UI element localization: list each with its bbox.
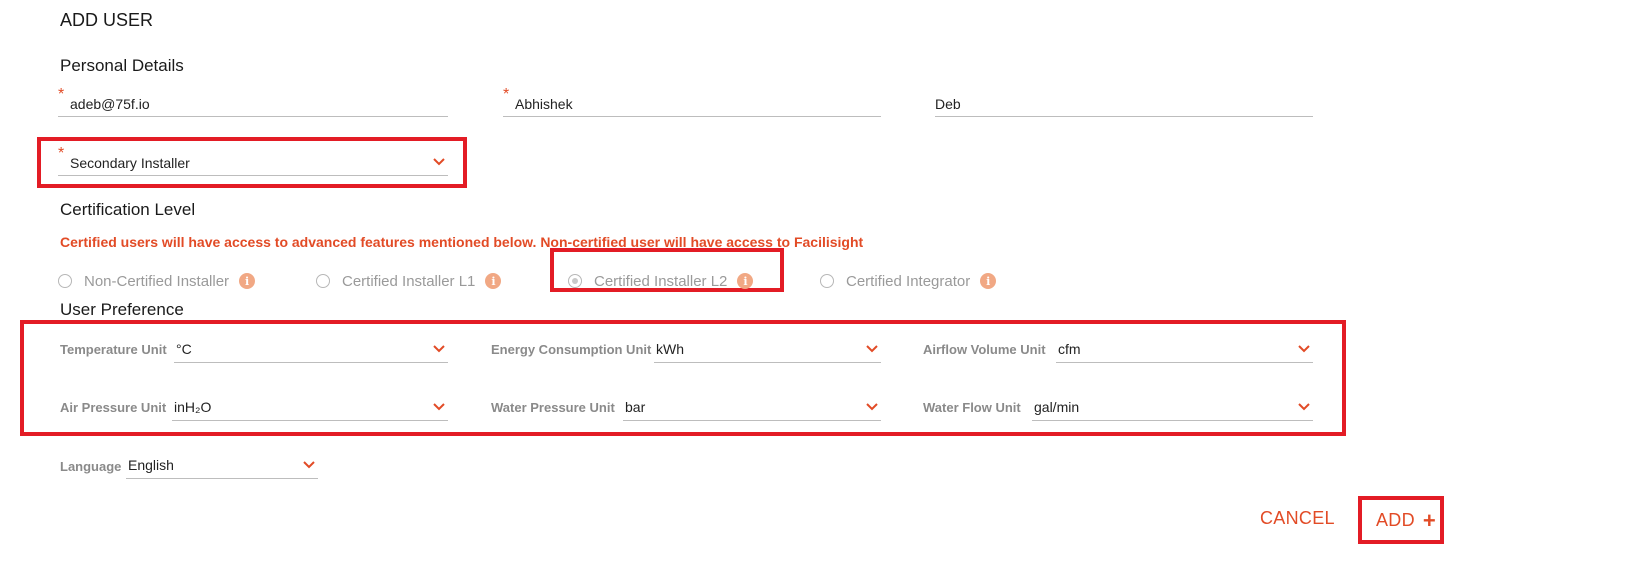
language-select[interactable]: English	[126, 454, 318, 479]
radio-button[interactable]	[58, 274, 72, 288]
airflow-unit-label: Airflow Volume Unit	[923, 342, 1046, 357]
radio-certified-installer-l1[interactable]: Certified Installer L1 i	[316, 270, 502, 292]
cancel-button[interactable]: CANCEL	[1260, 508, 1335, 529]
water-pressure-unit-value: bar	[625, 399, 646, 415]
chevron-down-icon[interactable]	[432, 157, 446, 167]
section-title-personal-details: Personal Details	[60, 56, 184, 75]
chevron-down-icon[interactable]	[865, 344, 879, 354]
email-value: adeb@75f.io	[70, 96, 150, 112]
radio-button[interactable]	[820, 274, 834, 288]
required-marker: *	[503, 86, 510, 103]
last-name-field[interactable]: Deb	[935, 92, 1313, 117]
water-pressure-unit-label: Water Pressure Unit	[491, 400, 615, 415]
water-flow-unit-value: gal/min	[1034, 399, 1080, 415]
radio-label: Certified Installer L1	[342, 272, 476, 290]
required-marker: *	[58, 86, 65, 103]
page-title: ADD USER	[60, 10, 154, 30]
plus-icon: +	[1422, 508, 1437, 533]
last-name-value: Deb	[935, 96, 961, 112]
chevron-down-icon[interactable]	[432, 344, 446, 354]
info-icon[interactable]: i	[980, 273, 997, 289]
chevron-down-icon[interactable]	[865, 402, 879, 412]
chevron-down-icon[interactable]	[432, 402, 446, 412]
radio-certified-integrator[interactable]: Certified Integrator i	[820, 270, 997, 292]
first-name-field[interactable]: * Abhishek	[503, 86, 881, 117]
radio-certified-installer-l2[interactable]: Certified Installer L2 i	[568, 270, 754, 292]
language-label: Language	[60, 459, 122, 474]
airflow-unit-value: cfm	[1058, 341, 1081, 357]
air-pressure-unit-label: Air Pressure Unit	[60, 400, 167, 415]
water-flow-unit-select[interactable]: gal/min	[1032, 396, 1313, 421]
radio-label: Certified Installer L2	[594, 272, 728, 290]
radio-non-certified-installer[interactable]: Non-Certified Installer i	[58, 270, 256, 292]
energy-unit-value: kWh	[656, 341, 684, 357]
chevron-down-icon[interactable]	[1297, 344, 1311, 354]
airflow-unit-select[interactable]: cfm	[1056, 338, 1313, 363]
radio-label: Certified Integrator	[846, 272, 971, 290]
radio-label: Non-Certified Installer	[84, 272, 230, 290]
section-title-user-preference: User Preference	[60, 300, 184, 319]
role-value: Secondary Installer	[70, 155, 190, 171]
chevron-down-icon[interactable]	[1297, 402, 1311, 412]
info-icon[interactable]: i	[239, 273, 256, 289]
email-field[interactable]: * adeb@75f.io	[58, 86, 448, 117]
water-flow-unit-label: Water Flow Unit	[923, 400, 1021, 415]
required-marker: *	[58, 145, 65, 162]
info-icon[interactable]: i	[485, 273, 502, 289]
info-icon[interactable]: i	[737, 273, 754, 289]
energy-unit-label: Energy Consumption Unit	[491, 342, 652, 357]
temperature-unit-value: °C	[176, 341, 192, 357]
temperature-unit-select[interactable]: °C	[174, 338, 448, 363]
temperature-unit-label: Temperature Unit	[60, 342, 167, 357]
radio-button-selected[interactable]	[568, 274, 582, 288]
energy-unit-select[interactable]: kWh	[654, 338, 881, 363]
add-button[interactable]: ADD +	[1376, 508, 1436, 534]
air-pressure-unit-value: inH₂O	[174, 399, 212, 415]
water-pressure-unit-select[interactable]: bar	[623, 396, 881, 421]
radio-button[interactable]	[316, 274, 330, 288]
chevron-down-icon[interactable]	[302, 460, 316, 470]
section-title-certification-level: Certification Level	[60, 200, 196, 219]
first-name-value: Abhishek	[515, 96, 573, 112]
air-pressure-unit-select[interactable]: inH₂O	[172, 396, 448, 421]
role-select[interactable]: * Secondary Installer	[58, 145, 448, 176]
add-button-label: ADD	[1376, 510, 1415, 530]
language-value: English	[128, 457, 174, 473]
